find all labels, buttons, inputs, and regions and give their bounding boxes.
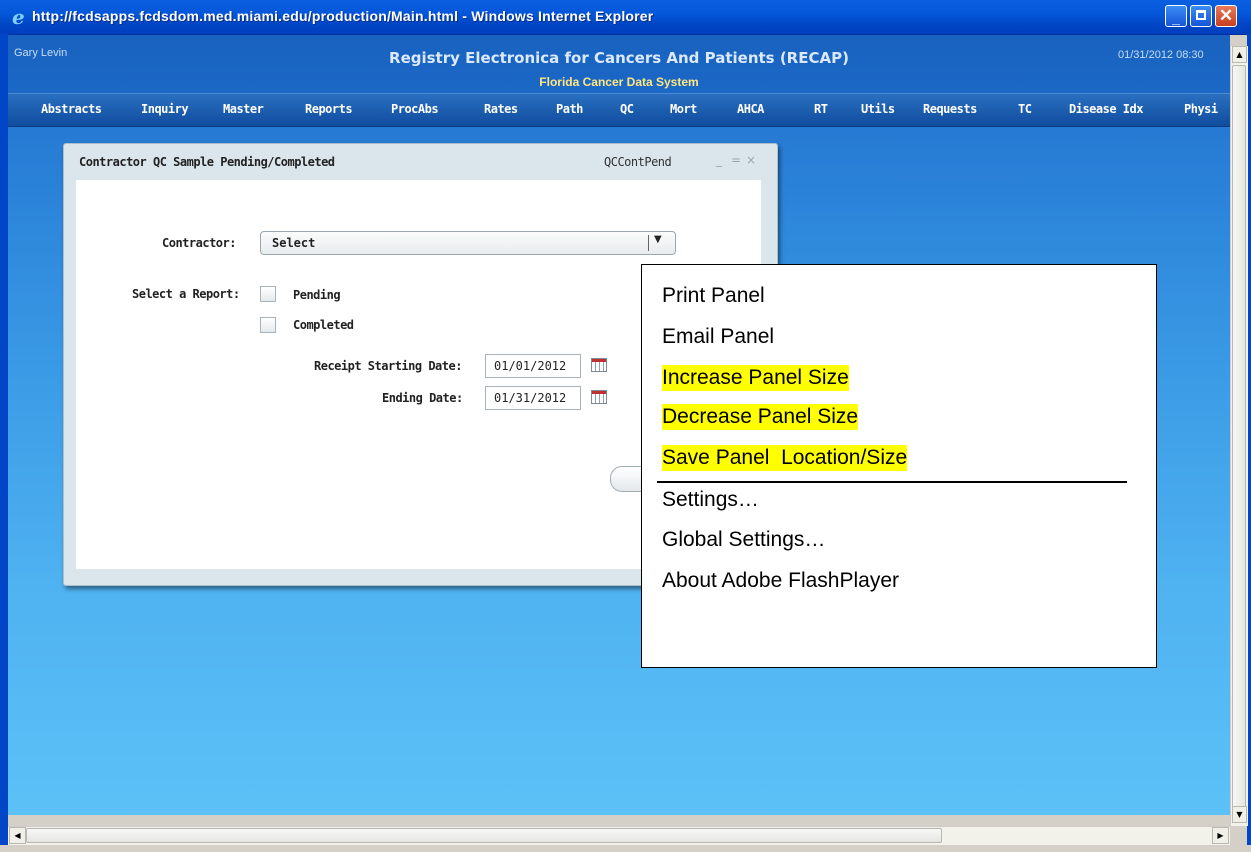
window-title: http://fcdsapps.fcdsdom.med.miami.edu/pr… xyxy=(32,8,654,24)
scroll-down-icon[interactable]: ▼ xyxy=(1232,806,1247,823)
menu-item-mort[interactable]: Mort xyxy=(670,102,697,116)
menu-item-inquiry[interactable]: Inquiry xyxy=(141,102,189,116)
menu-about-flashplayer[interactable]: About Adobe FlashPlayer xyxy=(662,568,899,594)
minimize-button[interactable]: _ xyxy=(1165,5,1187,27)
horizontal-scroll-thumb[interactable] xyxy=(26,828,942,843)
scroll-left-icon[interactable]: ◀ xyxy=(9,827,26,844)
pending-checkbox[interactable] xyxy=(260,286,276,302)
panel-title: Contractor QC Sample Pending/Completed xyxy=(79,155,335,169)
menu-decrease-panel-size[interactable]: Decrease Panel Size xyxy=(662,404,859,430)
app-header: Gary Levin Registry Electronica for Canc… xyxy=(8,35,1230,93)
panel-close-icon[interactable]: × xyxy=(746,153,756,167)
close-button[interactable]: ✕ xyxy=(1215,5,1237,27)
app-title: Registry Electronica for Cancers And Pat… xyxy=(389,49,849,67)
receipt-start-label: Receipt Starting Date: xyxy=(314,359,462,373)
menu-item-rt[interactable]: RT xyxy=(814,102,828,116)
pending-label: Pending xyxy=(293,288,341,302)
menu-global-settings[interactable]: Global Settings… xyxy=(662,527,825,553)
menu-item-ahca[interactable]: AHCA xyxy=(737,102,764,116)
menu-item-rates[interactable]: Rates xyxy=(484,102,518,116)
ending-date-input[interactable]: 01/31/2012 xyxy=(485,386,581,410)
main-menu-bar: Abstracts Inquiry Master Reports ProcAbs… xyxy=(8,93,1230,127)
menu-separator xyxy=(657,481,1127,483)
window-title-bar[interactable]: e http://fcdsapps.fcdsdom.med.miami.edu/… xyxy=(0,0,1251,35)
menu-settings[interactable]: Settings… xyxy=(662,487,759,513)
maximize-icon xyxy=(1196,10,1206,20)
app-subtitle: Florida Cancer Data System xyxy=(539,75,699,89)
menu-item-master[interactable]: Master xyxy=(223,102,264,116)
maximize-button[interactable] xyxy=(1190,5,1212,27)
menu-item-reports[interactable]: Reports xyxy=(305,102,353,116)
panel-minimize-icon[interactable]: _ xyxy=(716,153,722,167)
vertical-scroll-thumb[interactable] xyxy=(1232,65,1246,823)
chevron-down-icon: ▼ xyxy=(654,234,662,245)
menu-increase-panel-size[interactable]: Increase Panel Size xyxy=(662,365,849,391)
datetime: 01/31/2012 08:30 xyxy=(1118,49,1204,61)
completed-checkbox[interactable] xyxy=(260,317,276,333)
select-divider xyxy=(648,235,649,251)
receipt-start-date-input[interactable]: 01/01/2012 xyxy=(485,354,581,378)
menu-item-path[interactable]: Path xyxy=(556,102,583,116)
menu-item-disease-idx[interactable]: Disease Idx xyxy=(1069,102,1143,116)
browser-content: Gary Levin Registry Electronica for Canc… xyxy=(8,35,1230,815)
completed-label: Completed xyxy=(293,318,354,332)
panel-maximize-icon[interactable]: = xyxy=(731,153,741,167)
calendar-icon[interactable] xyxy=(591,358,607,372)
menu-item-procabs[interactable]: ProcAbs xyxy=(391,102,439,116)
select-report-label: Select a Report: xyxy=(132,287,240,301)
contractor-label: Contractor: xyxy=(162,236,236,250)
menu-item-utils[interactable]: Utils xyxy=(861,102,895,116)
vertical-scrollbar[interactable]: ▲ ▼ xyxy=(1230,46,1248,826)
calendar-icon[interactable] xyxy=(591,390,607,404)
ending-date-label: Ending Date: xyxy=(382,391,463,405)
panel-id: QCContPend xyxy=(604,155,672,169)
contractor-select[interactable]: Select ▼ xyxy=(260,231,676,255)
horizontal-scrollbar[interactable]: ◀ ▶ xyxy=(8,826,1230,845)
scroll-up-icon[interactable]: ▲ xyxy=(1232,46,1247,63)
scroll-right-icon[interactable]: ▶ xyxy=(1212,827,1229,844)
menu-item-tc[interactable]: TC xyxy=(1018,102,1032,116)
menu-item-physi[interactable]: Physi xyxy=(1184,102,1218,116)
menu-print-panel[interactable]: Print Panel xyxy=(662,283,765,309)
window-frame-bottom xyxy=(0,845,1251,852)
menu-item-qc[interactable]: QC xyxy=(620,102,634,116)
contractor-select-value: Select xyxy=(272,236,316,250)
menu-save-panel-location[interactable]: Save Panel Location/Size xyxy=(662,445,908,471)
internet-explorer-icon: e xyxy=(12,5,25,29)
minimize-icon: _ xyxy=(1172,10,1180,26)
menu-email-panel[interactable]: Email Panel xyxy=(662,324,774,350)
context-menu: Print Panel Email Panel Increase Panel S… xyxy=(641,264,1157,668)
window-frame-left xyxy=(0,34,8,852)
menu-item-requests[interactable]: Requests xyxy=(923,102,977,116)
close-icon: ✕ xyxy=(1218,6,1234,25)
menu-item-abstracts[interactable]: Abstracts xyxy=(41,102,102,116)
